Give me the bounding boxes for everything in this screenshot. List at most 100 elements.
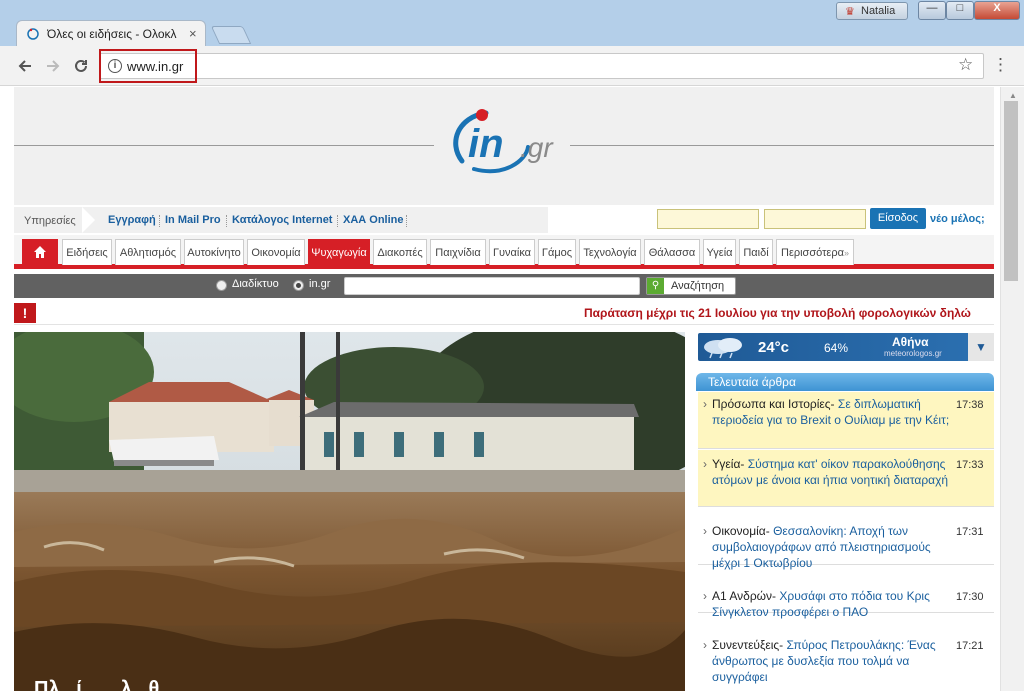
header-rule-left: [14, 145, 434, 146]
services-separator: [159, 215, 160, 227]
menu-item-games[interactable]: Παιχνίδια: [430, 239, 486, 265]
profile-button[interactable]: ♛ Natalia: [836, 2, 908, 20]
menu-item-sports[interactable]: Αθλητισμός: [115, 239, 181, 265]
bullet-icon: ›: [703, 638, 707, 652]
xaa-online-link[interactable]: ΧΑΑ Online: [343, 214, 404, 226]
search-icon: ⚲: [647, 278, 664, 294]
password-field[interactable]: [764, 209, 866, 229]
article-title[interactable]: Σύστημα κατ' οίκον παρακολούθησης ατόμων…: [712, 457, 948, 487]
vertical-scrollbar[interactable]: ▲: [1000, 87, 1024, 691]
arrow-left-icon: [18, 60, 31, 72]
weather-humidity: 64%: [824, 341, 849, 355]
login-button[interactable]: Είσοδος: [870, 208, 926, 229]
weather-source: meteorologos.gr: [884, 349, 942, 358]
register-link[interactable]: Εγγραφή: [108, 214, 156, 226]
back-button[interactable]: [14, 55, 36, 77]
article-time: 17:31: [956, 526, 984, 538]
browser-tab[interactable]: Όλες οι ειδήσεις - Ολοκλ ×: [16, 20, 206, 48]
forward-button[interactable]: [42, 55, 64, 77]
tab-close-icon[interactable]: ×: [189, 26, 197, 41]
new-member-link[interactable]: νέο μέλος;: [930, 213, 985, 225]
scroll-up-icon[interactable]: ▲: [1009, 91, 1017, 100]
search-button-label: Αναζήτηση: [671, 280, 725, 292]
latest-articles-title: Τελευταία άρθρα: [708, 375, 796, 389]
article-item[interactable]: › Οικονομία- Θεσσαλονίκη: Αποχή των συμβ…: [698, 508, 994, 570]
menu-item-technology[interactable]: Τεχνολογία: [579, 239, 641, 265]
article-category: Συνεντεύξεις-: [712, 638, 784, 652]
bullet-icon: ›: [703, 524, 707, 538]
search-bar: Διαδίκτυο in.gr ⚲ Αναζήτηση: [14, 274, 994, 298]
more-caret-icon: »: [843, 248, 849, 258]
site-logo[interactable]: in .gr: [444, 103, 564, 183]
weather-dropdown-icon[interactable]: ▼: [968, 333, 994, 361]
menu-item-sea[interactable]: Θάλασσα: [644, 239, 700, 265]
services-label: Υπηρεσίες: [24, 215, 76, 227]
article-text: Οικονομία- Θεσσαλονίκη: Αποχή των συμβολ…: [712, 523, 952, 571]
article-time: 17:30: [956, 591, 984, 603]
home-icon: [34, 246, 46, 258]
inmail-pro-link[interactable]: In Mail Pro: [165, 214, 221, 226]
logo-gr-text: .gr: [520, 132, 554, 163]
menu-item-wedding[interactable]: Γάμος: [538, 239, 576, 265]
scroll-thumb[interactable]: [1004, 101, 1018, 281]
services-separator: [406, 215, 407, 227]
profile-icon: ♛: [845, 6, 855, 18]
username-field[interactable]: [657, 209, 759, 229]
tab-title: Όλες οι ειδήσεις - Ολοκλ: [47, 27, 177, 41]
internet-directory-link[interactable]: Κατάλογος Internet: [232, 214, 332, 226]
article-item[interactable]: › Πρόσωπα και Ιστορίες- Σε διπλωματική π…: [698, 392, 994, 449]
bookmark-star-icon[interactable]: ☆: [958, 55, 973, 75]
menu-item-woman[interactable]: Γυναίκα: [489, 239, 535, 265]
menu-home-button[interactable]: [22, 239, 58, 265]
menu-item-auto[interactable]: Αυτοκίνητο: [184, 239, 244, 265]
services-arrow: [82, 207, 95, 233]
menu-item-child[interactable]: Παιδί: [739, 239, 773, 265]
article-category: Οικονομία-: [712, 524, 770, 538]
menu-item-more[interactable]: Περισσότερα»: [776, 239, 854, 265]
article-item[interactable]: › Συνεντεύξεις- Σπύρος Πετρουλάκης: Ένας…: [698, 614, 994, 691]
browser-menu-icon[interactable]: ⋮: [992, 55, 1009, 75]
weather-city: Αθήνα: [892, 335, 929, 349]
flood-photo: [14, 332, 685, 691]
search-web-label: Διαδίκτυο: [232, 278, 279, 290]
article-text: Πρόσωπα και Ιστορίες- Σε διπλωματική περ…: [712, 396, 952, 428]
logo-in-text: in: [468, 122, 504, 166]
search-button[interactable]: ⚲ Αναζήτηση: [646, 277, 736, 295]
menu-more-label: Περισσότερα: [781, 247, 844, 259]
header-rule-right: [570, 145, 994, 146]
menu-item-health[interactable]: Υγεία: [703, 239, 736, 265]
article-item[interactable]: › Υγεία- Σύστημα κατ' οίκον παρακολούθησ…: [698, 450, 994, 507]
minimize-button[interactable]: —: [918, 1, 946, 20]
search-site-radio[interactable]: [293, 280, 304, 291]
close-window-button[interactable]: X: [974, 1, 1020, 20]
article-text: Συνεντεύξεις- Σπύρος Πετρουλάκης: Ένας ά…: [712, 637, 952, 685]
page-viewport: in .gr Υπηρεσίες Εγγραφή In Mail Pro Κατ…: [0, 87, 1000, 691]
article-text: Υγεία- Σύστημα κατ' οίκον παρακολούθησης…: [712, 456, 952, 488]
article-category: Α1 Ανδρών-: [712, 589, 777, 603]
maximize-button[interactable]: □: [946, 1, 974, 20]
address-bar[interactable]: i www.in.gr: [99, 53, 984, 79]
bullet-icon: ›: [703, 397, 707, 411]
site-header: in .gr: [14, 87, 994, 205]
search-web-radio[interactable]: [216, 280, 227, 291]
menu-item-holidays[interactable]: Διακοπές: [373, 239, 427, 265]
url-highlight-box: [99, 49, 197, 83]
menu-item-entertainment[interactable]: Ψυχαγωγία: [308, 239, 370, 265]
menu-item-economy[interactable]: Οικονομία: [247, 239, 305, 265]
hero-image[interactable]: Πλ...ί... ...λ...θ...: [14, 332, 685, 691]
weather-widget[interactable]: 24°c 64% Αθήνα meteorologos.gr ▼: [698, 333, 994, 361]
latest-articles-header: Τελευταία άρθρα: [696, 373, 994, 391]
logo-mark: in .gr: [453, 109, 554, 174]
search-input[interactable]: [344, 277, 640, 295]
alert-icon: !: [14, 303, 36, 323]
arrow-right-icon: [47, 60, 60, 72]
article-category: Υγεία-: [712, 457, 745, 471]
window-titlebar: Όλες οι ειδήσεις - Ολοκλ × ♛ Natalia — □…: [0, 0, 1024, 48]
hero-caption[interactable]: Πλ...ί... ...λ...θ...: [34, 678, 176, 691]
menu-item-news[interactable]: Ειδήσεις: [62, 239, 112, 265]
new-tab-button[interactable]: [210, 26, 252, 44]
ticker-headline[interactable]: Παράταση μέχρι τις 21 Ιουλίου για την υπ…: [584, 306, 994, 320]
reload-button[interactable]: [70, 55, 92, 77]
search-site-label: in.gr: [309, 278, 331, 290]
article-item[interactable]: › Α1 Ανδρών- Χρυσάφι στο πόδια του Κρις …: [698, 566, 994, 619]
